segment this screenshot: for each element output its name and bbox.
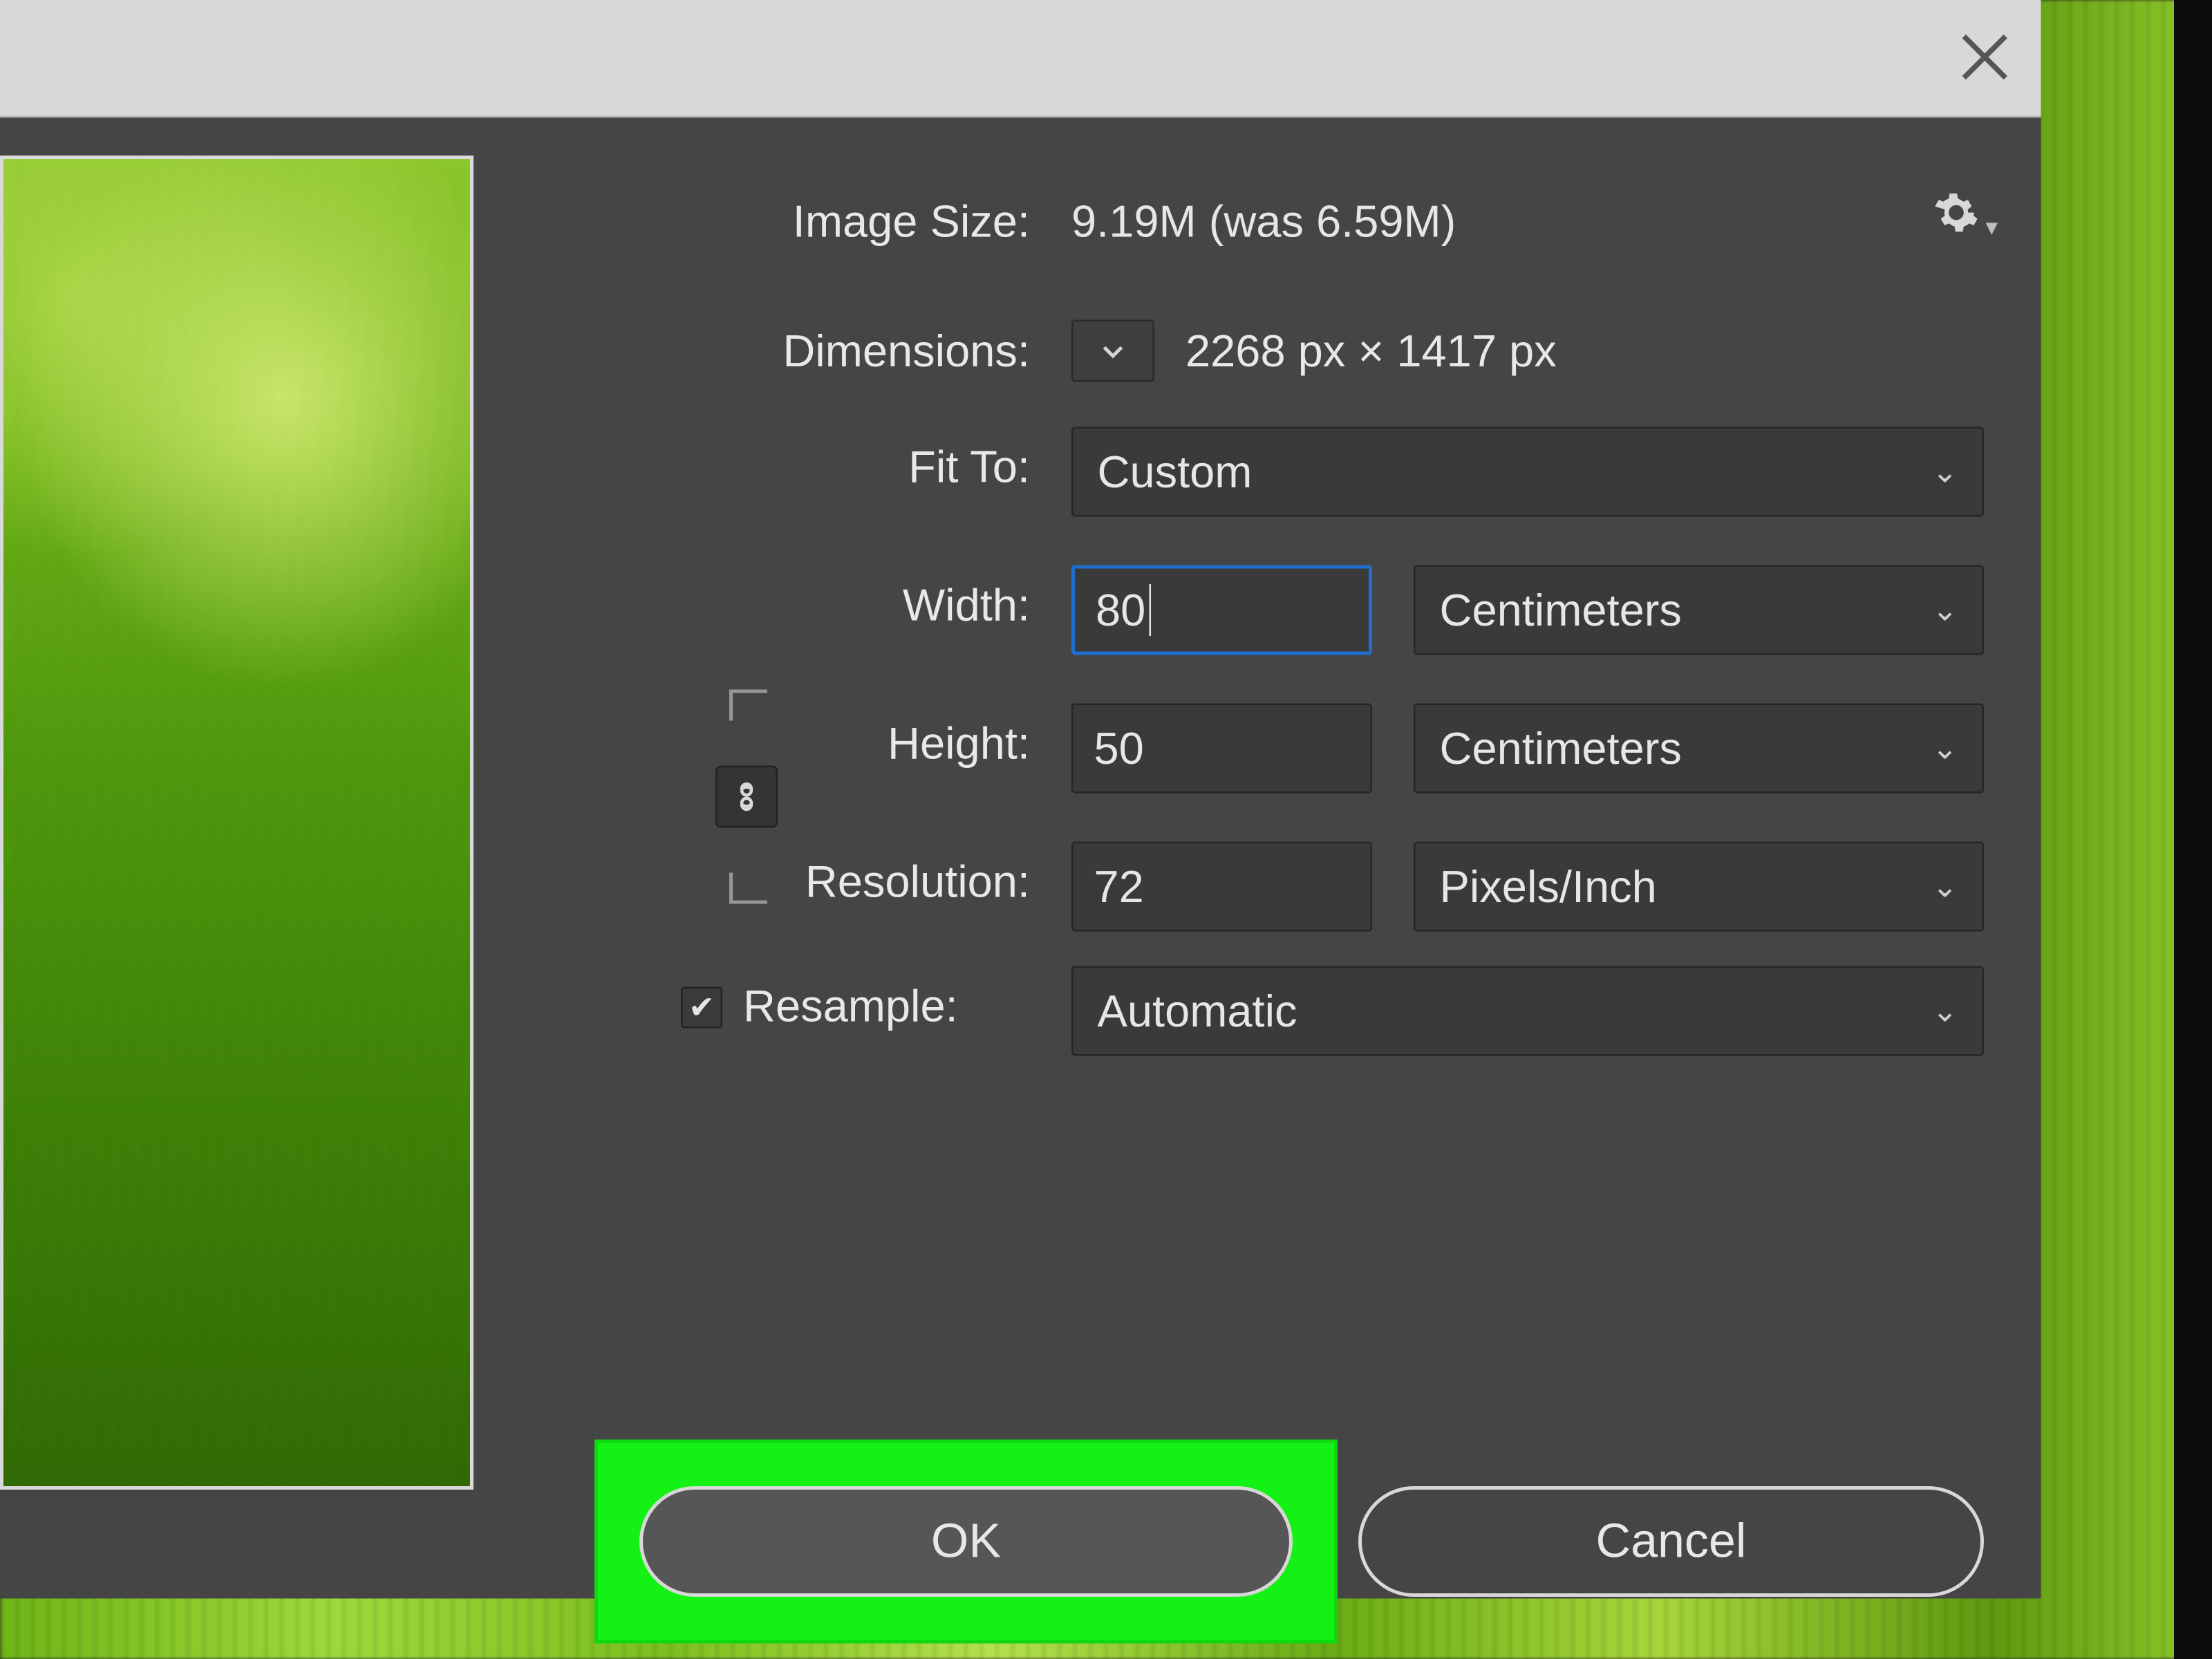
height-unit-select[interactable]: Centimeters ⌄ (1414, 704, 1984, 794)
fit-to-select[interactable]: Custom ⌄ (1071, 427, 1984, 517)
width-unit-select[interactable]: Centimeters ⌄ (1414, 565, 1984, 655)
dimensions-value: 2268 px × 1417 px (1185, 324, 1557, 378)
chevron-down-icon: ⌄ (1932, 453, 1958, 490)
close-icon[interactable] (1958, 31, 2014, 86)
settings-button[interactable]: ▾ (1934, 190, 1986, 242)
height-unit-value: Centimeters (1440, 722, 1682, 776)
resolution-input[interactable]: 72 (1071, 842, 1372, 932)
ok-label: OK (931, 1514, 1001, 1569)
resolution-label: Resolution: (764, 856, 1030, 910)
height-label: Height: (847, 718, 1030, 771)
width-input[interactable]: 80 (1071, 565, 1372, 655)
cancel-button[interactable]: Cancel (1358, 1486, 1984, 1597)
fit-to-label: Fit To: (864, 441, 1030, 495)
ok-button[interactable]: OK (639, 1486, 1293, 1597)
width-unit-value: Centimeters (1440, 583, 1682, 637)
chevron-down-icon: ⌄ (1932, 993, 1958, 1029)
checkmark-icon: ✔ (688, 991, 715, 1022)
chevron-down-icon (1099, 337, 1127, 365)
dimensions-label: Dimensions: (753, 324, 1030, 378)
chevron-down-icon: ⌄ (1932, 730, 1958, 767)
text-caret (1149, 584, 1151, 636)
resample-value: Automatic (1098, 984, 1297, 1038)
height-value: 50 (1094, 722, 1144, 776)
image-size-label: Image Size: (753, 196, 1030, 250)
resample-checkbox[interactable]: ✔ (681, 986, 722, 1027)
window-edge (2174, 0, 2212, 1659)
resample-select[interactable]: Automatic ⌄ (1071, 966, 1984, 1056)
resolution-value: 72 (1094, 860, 1144, 914)
image-size-dialog: ▾ Image Size: 9.19M (was 6.59M) Dimensio… (0, 118, 2041, 1599)
image-preview (0, 156, 474, 1490)
height-input[interactable]: 50 (1071, 704, 1372, 794)
chevron-down-icon: ⌄ (1932, 592, 1958, 628)
resolution-unit-select[interactable]: Pixels/Inch ⌄ (1414, 842, 1984, 932)
fit-to-value: Custom (1098, 445, 1253, 499)
dialog-titlebar (0, 0, 2041, 118)
resample-label: Resample: (743, 980, 958, 1034)
chevron-down-icon: ▾ (1986, 212, 1998, 241)
width-value: 80 (1096, 583, 1145, 637)
width-label: Width: (864, 579, 1030, 633)
resolution-unit-value: Pixels/Inch (1440, 860, 1657, 914)
link-icon[interactable] (715, 766, 778, 828)
image-size-value: 9.19M (was 6.59M) (1071, 196, 1456, 250)
chevron-down-icon: ⌄ (1932, 868, 1958, 905)
dimensions-unit-dropdown[interactable] (1071, 320, 1154, 382)
gear-icon (1934, 189, 1979, 243)
cancel-label: Cancel (1596, 1514, 1747, 1569)
